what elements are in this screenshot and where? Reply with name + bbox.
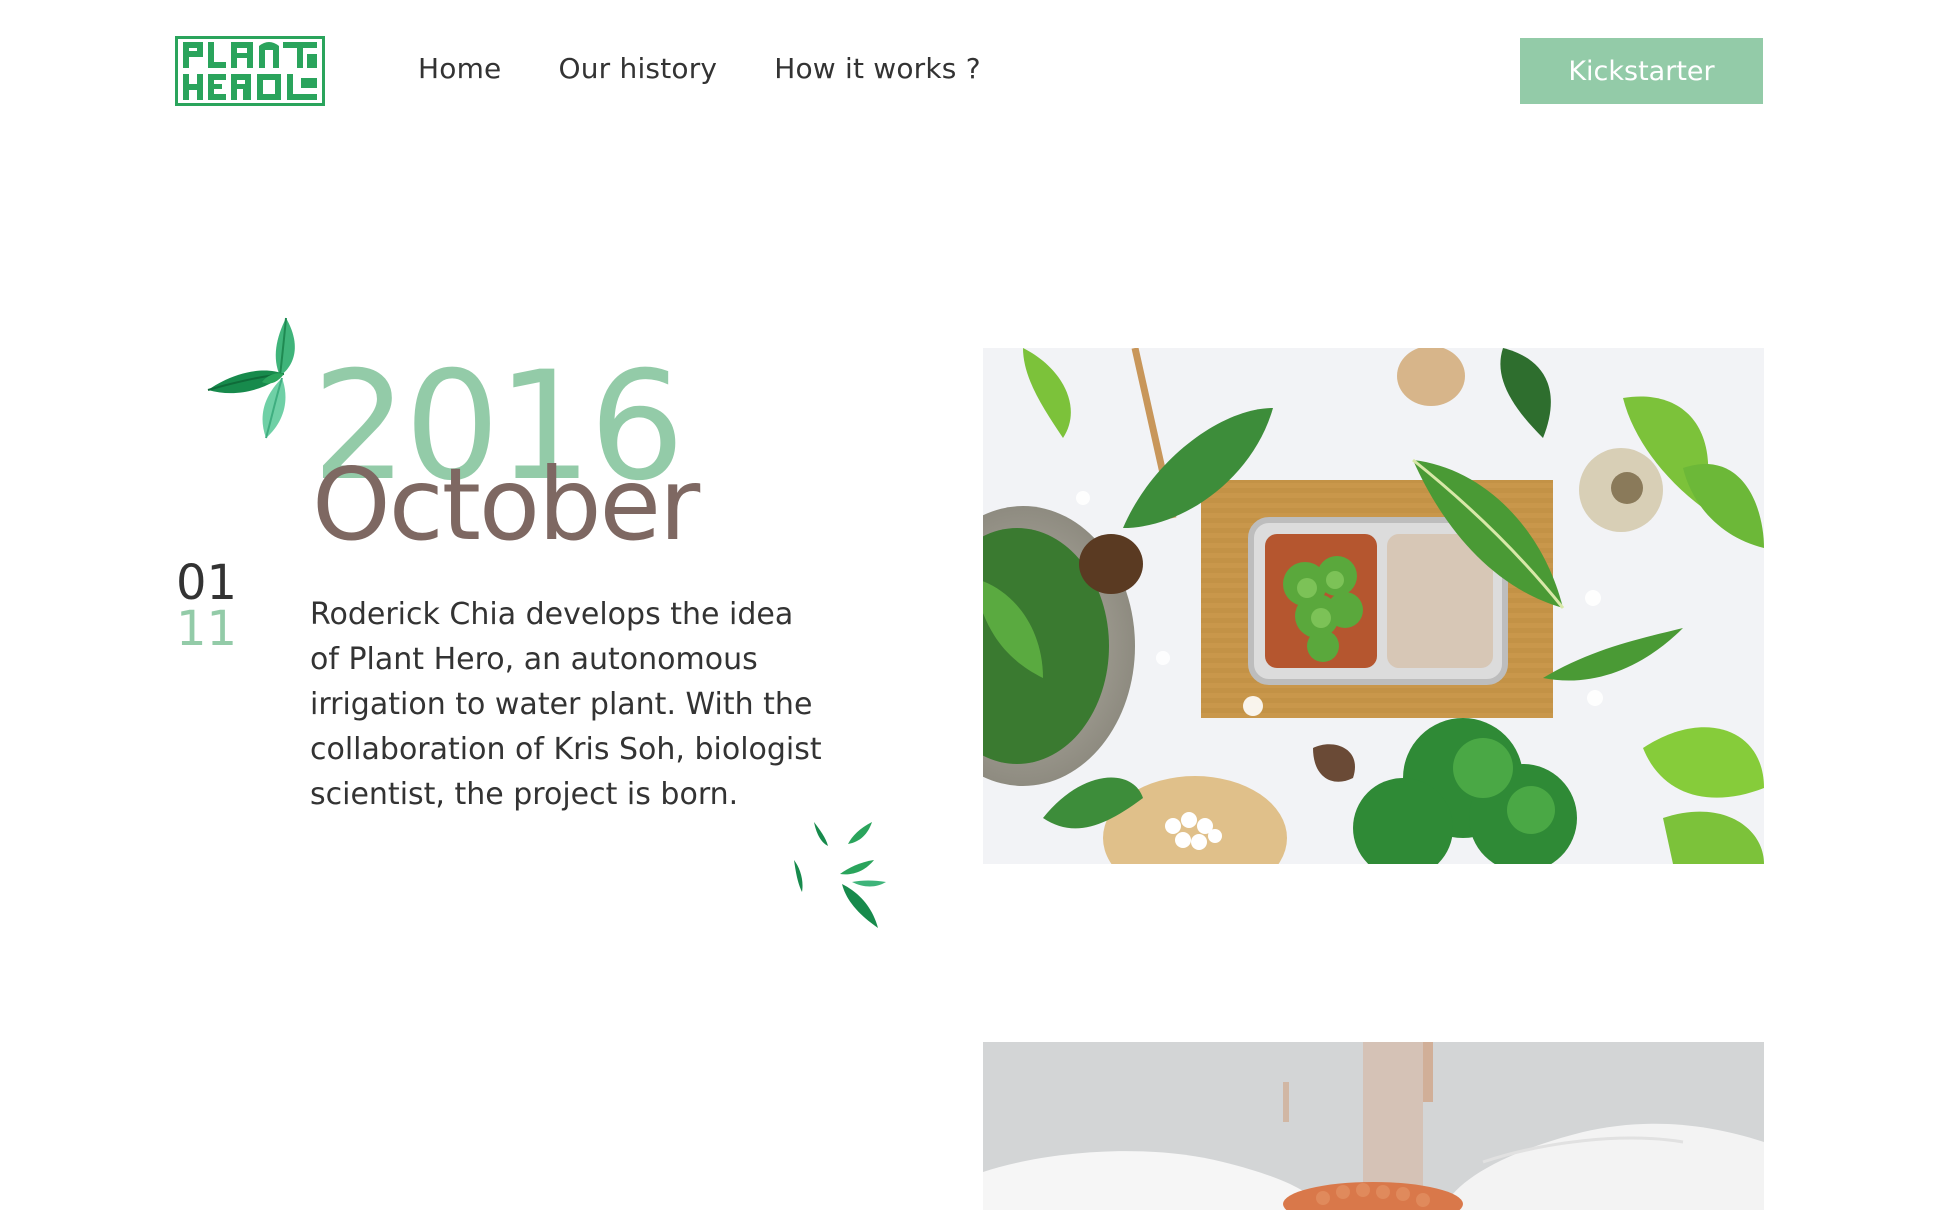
product-photo (983, 348, 1764, 864)
kickstarter-button[interactable]: Kickstarter (1520, 38, 1763, 104)
plant-hero-logo[interactable] (175, 36, 325, 106)
timeline-month-number: 11 (176, 601, 238, 657)
main-nav: Home Our history How it works ? (418, 52, 1038, 85)
leaf-sprig-icon (788, 818, 888, 930)
nav-item-our-history[interactable]: Our history (559, 52, 718, 85)
timeline-month: October (312, 446, 700, 563)
process-photo (983, 1042, 1764, 1210)
timeline-day: 01 (176, 555, 238, 611)
timeline-date: 01 11 (176, 555, 238, 657)
timeline-description: Roderick Chia develops the idea of Plant… (310, 597, 822, 812)
leaf-cluster-icon (206, 316, 306, 440)
site-header: Home Our history How it works ? Kickstar… (0, 0, 1934, 140)
nav-item-how-it-works[interactable]: How it works ? (774, 52, 981, 85)
logo-mark (175, 36, 325, 106)
nav-item-home[interactable]: Home (418, 52, 502, 85)
